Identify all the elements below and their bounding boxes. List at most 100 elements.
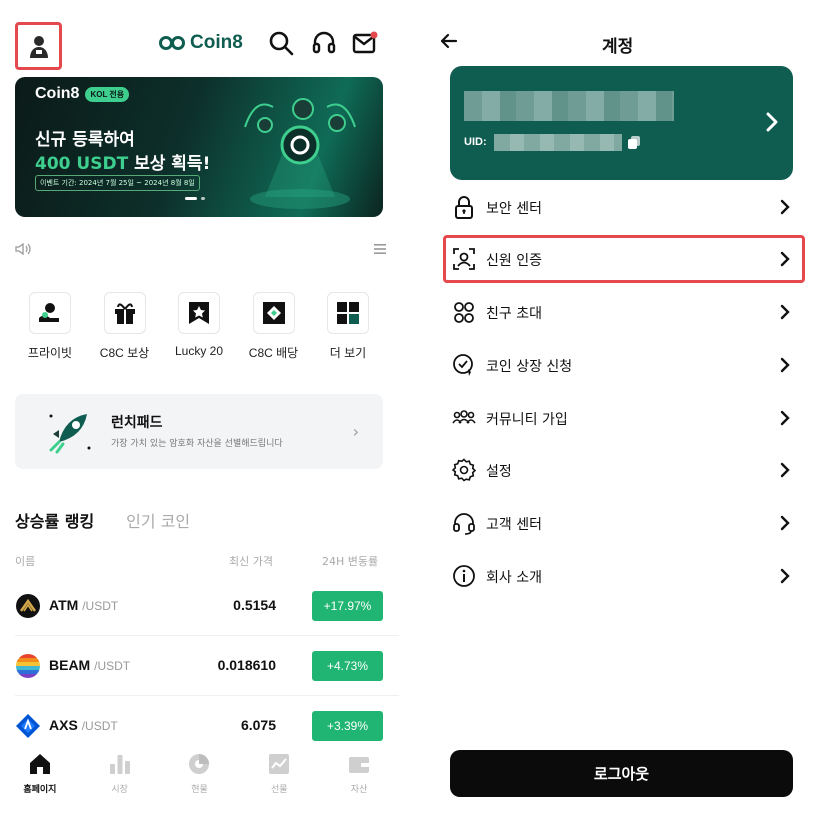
change-badge: +17.97% — [312, 591, 383, 621]
col-name: 이름 — [15, 555, 36, 568]
beam-coin-icon — [16, 654, 40, 678]
blurred-uid-value — [494, 134, 622, 151]
coin-quote: /USDT — [81, 719, 118, 733]
quick-item-c8c-dividend[interactable]: C8C 배당 — [239, 292, 309, 361]
brand-name: Coin8 — [190, 32, 243, 53]
nav-home[interactable]: 홈페이지 — [0, 742, 80, 826]
quick-item-private[interactable]: 프라이빗 — [15, 292, 85, 361]
account-screen: 계정 UID: 보안 센터 신원 인증 친구 초대 코인 상장 신청 커뮤니티 … — [440, 0, 839, 826]
tab-popular[interactable]: 인기 코인 — [126, 508, 190, 532]
chevron-right-icon — [780, 515, 790, 531]
back-arrow-icon[interactable] — [440, 32, 458, 50]
account-card[interactable]: UID: — [450, 66, 793, 180]
headset-icon[interactable] — [311, 30, 337, 56]
quick-item-c8c-reward[interactable]: C8C 보상 — [90, 292, 160, 361]
nav-market[interactable]: 시장 — [80, 742, 160, 826]
bottom-nav: 홈페이지 시장 현물 선물 자산 — [0, 742, 399, 826]
community-icon — [452, 410, 476, 424]
user-avatar-icon — [29, 36, 48, 58]
search-icon[interactable] — [268, 30, 294, 56]
blurred-account-name — [464, 91, 674, 121]
market-bars-icon — [109, 755, 130, 774]
quick-label: Lucky 20 — [174, 344, 224, 358]
rocket-icon — [49, 414, 91, 454]
nav-spot[interactable]: 현물 — [160, 742, 240, 826]
axs-coin-icon — [16, 714, 40, 738]
quick-tile-private — [29, 292, 71, 334]
table-row[interactable]: ATM /USDT 0.5154 +17.97% — [15, 591, 383, 621]
home-icon — [29, 754, 50, 774]
mail-icon[interactable] — [352, 30, 378, 56]
quick-tile-c8c-dividend — [252, 292, 295, 334]
nav-futures[interactable]: 선물 — [239, 742, 319, 826]
banner-headline-1: 신규 등록하여 — [35, 130, 135, 150]
quick-label: 프라이빗 — [27, 346, 73, 360]
promo-banner[interactable]: Coin8 KOL 전용 신규 등록하여 400 USDT 보상 획득! 이벤트… — [15, 77, 383, 217]
change-badge: +4.73% — [312, 651, 383, 681]
menu-settings[interactable]: 설정 — [450, 450, 795, 490]
col-price: 최신 가격 — [229, 555, 273, 568]
banner-pagination — [185, 197, 205, 200]
banner-illustration — [244, 98, 356, 209]
listing-apply-icon — [453, 354, 474, 376]
banner-period: 이벤트 기간: 2024년 7월 25일 ~ 2024년 8월 8일 — [35, 175, 200, 191]
menu-label: 회사 소개 — [486, 570, 542, 586]
menu-coin-listing-apply[interactable]: 코인 상장 신청 — [450, 345, 795, 385]
private-icon — [39, 303, 59, 322]
chevron-right-icon — [780, 251, 790, 267]
launchpad-card[interactable]: 런치패드 가장 가치 있는 암호화 자산을 선별해드립니다 › — [15, 394, 383, 469]
tab-gainers[interactable]: 상승률 랭킹 — [15, 508, 94, 532]
quick-item-more[interactable]: 더 보기 — [313, 292, 383, 361]
chevron-right-icon — [780, 410, 790, 426]
coin-price: 0.5154 — [233, 597, 276, 613]
brand-logo: Coin8 — [158, 32, 243, 54]
coin-symbol: ATM — [49, 597, 79, 613]
info-icon — [453, 565, 475, 587]
wallet-icon — [349, 757, 370, 773]
coin-price: 0.018610 — [217, 657, 276, 673]
nav-label: 홈페이지 — [23, 785, 57, 795]
menu-label: 코인 상장 신청 — [486, 359, 573, 375]
page-title: 계정 — [602, 37, 634, 57]
logout-button[interactable]: 로그아웃 — [450, 750, 793, 797]
coin-price: 6.075 — [240, 717, 276, 733]
menu-customer-center[interactable]: 고객 센터 — [450, 503, 795, 543]
quick-label: C8C 배당 — [248, 346, 299, 360]
row-divider — [15, 635, 399, 636]
quick-tile-c8c-reward — [103, 292, 146, 334]
table-row[interactable]: AXS /USDT 6.075 +3.39% — [15, 711, 383, 741]
menu-list-icon[interactable] — [374, 243, 386, 255]
nav-assets[interactable]: 자산 — [319, 742, 399, 826]
profile-avatar-button[interactable] — [15, 22, 62, 70]
coin-pair: BEAM /USDT — [49, 657, 130, 673]
chevron-right-icon — [780, 199, 790, 215]
menu-join-community[interactable]: 커뮤니티 가입 — [450, 398, 795, 438]
chevron-right-icon — [780, 462, 790, 478]
uid-label: UID: — [464, 136, 487, 148]
quick-menu: 프라이빗 C8C 보상 Lucky 20 C8C 배당 더 보기 — [15, 292, 383, 361]
copy-icon[interactable] — [628, 136, 640, 149]
col-change: 24H 변동률 — [322, 555, 379, 568]
speaker-icon — [15, 242, 31, 256]
invite-friends-icon — [454, 302, 474, 323]
menu-invite-friends[interactable]: 친구 초대 — [450, 292, 795, 332]
menu-label: 친구 초대 — [486, 306, 542, 322]
nav-label: 현물 — [191, 785, 208, 795]
menu-label: 설정 — [486, 464, 512, 480]
coin-quote: /USDT — [82, 599, 119, 613]
table-row[interactable]: BEAM /USDT 0.018610 +4.73% — [15, 651, 383, 681]
nav-label: 시장 — [111, 785, 128, 795]
coin-symbol: AXS — [49, 717, 78, 733]
menu-security-center[interactable]: 보안 센터 — [450, 187, 795, 227]
menu-about-company[interactable]: 회사 소개 — [450, 556, 795, 596]
banner-brand: Coin8 — [35, 85, 80, 102]
face-scan-icon — [453, 248, 475, 270]
more-icon — [337, 302, 359, 324]
quick-item-lucky20[interactable]: Lucky 20 — [164, 292, 234, 361]
row-divider — [15, 695, 399, 696]
launchpad-title: 런치패드 — [111, 415, 163, 431]
nav-label: 선물 — [271, 785, 288, 795]
kol-badge: KOL 전용 — [85, 86, 130, 102]
coin8-logo-icon — [159, 36, 185, 50]
menu-identity-verification[interactable]: 신원 인증 — [450, 239, 795, 279]
